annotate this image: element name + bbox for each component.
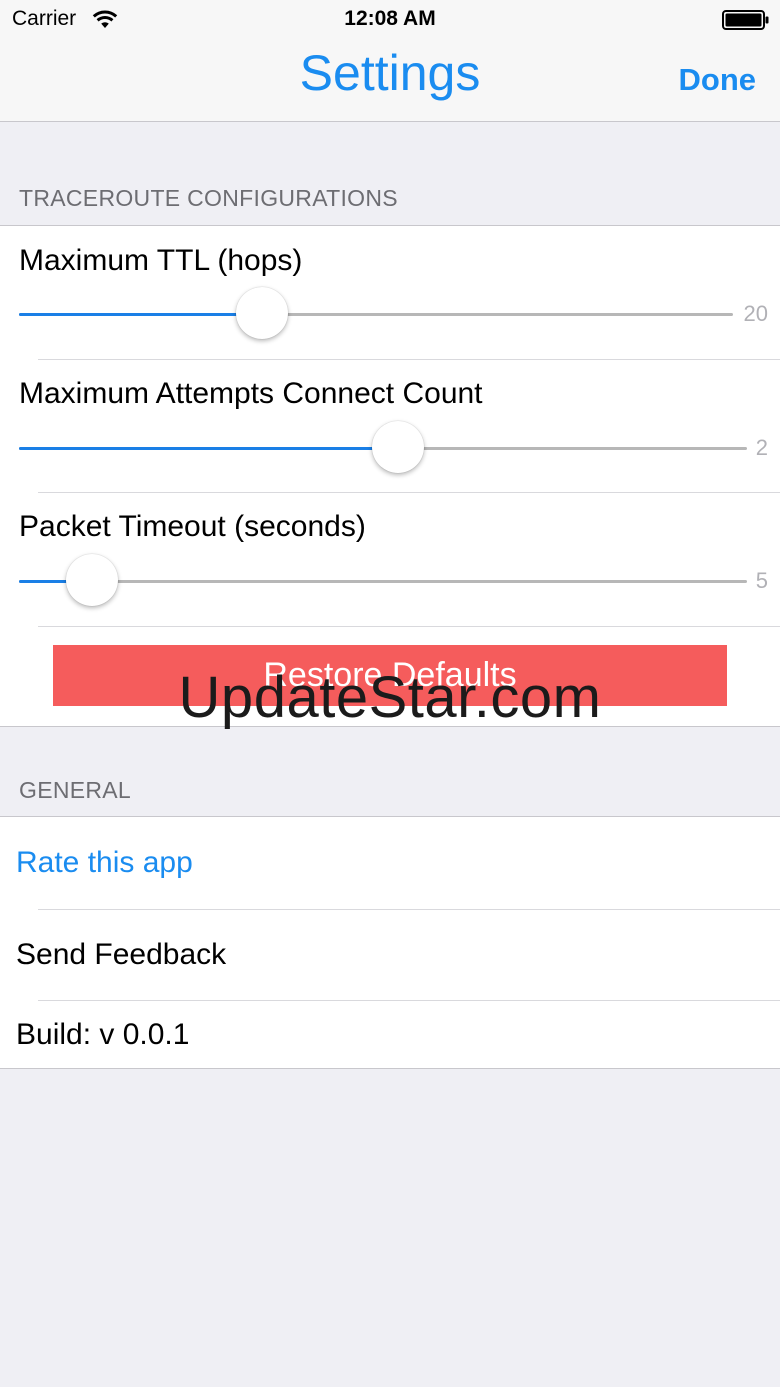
slider-fill [19,313,262,316]
battery-icon [722,10,769,30]
row-separator [38,1000,780,1001]
slider-fill [19,447,398,450]
attempts-max-value: 2 [755,435,768,460]
done-button[interactable]: Done [679,62,757,98]
timeout-slider[interactable] [19,554,747,606]
row-separator [38,359,780,360]
slider-thumb[interactable] [236,287,288,339]
ttl-label: Maximum TTL (hops) [19,244,303,277]
general-settings-group: Rate this app Send Feedback Build: v 0.0… [0,816,780,1069]
page-title: Settings [299,45,481,101]
row-separator [38,626,780,627]
section-header-general: GENERAL [19,777,132,803]
attempts-slider[interactable] [19,421,747,473]
slider-track [19,580,747,583]
ttl-max-value: 20 [743,301,768,326]
section-header-traceroute: TRACEROUTE CONFIGURATIONS [19,185,398,211]
build-version-label: Build: v 0.0.1 [16,1018,190,1051]
timeout-label: Packet Timeout (seconds) [19,510,366,543]
ttl-slider[interactable] [19,287,733,339]
watermark-text: UpdateStar.com [178,665,602,730]
row-separator [38,492,780,493]
send-feedback-item[interactable]: Send Feedback [16,938,226,972]
slider-thumb[interactable] [66,554,118,606]
slider-thumb[interactable] [372,421,424,473]
status-time: 12:08 AM [344,7,436,30]
rate-app-link[interactable]: Rate this app [16,846,193,880]
attempts-label: Maximum Attempts Connect Count [19,377,483,410]
timeout-max-value: 5 [755,568,768,593]
row-separator [38,909,780,910]
